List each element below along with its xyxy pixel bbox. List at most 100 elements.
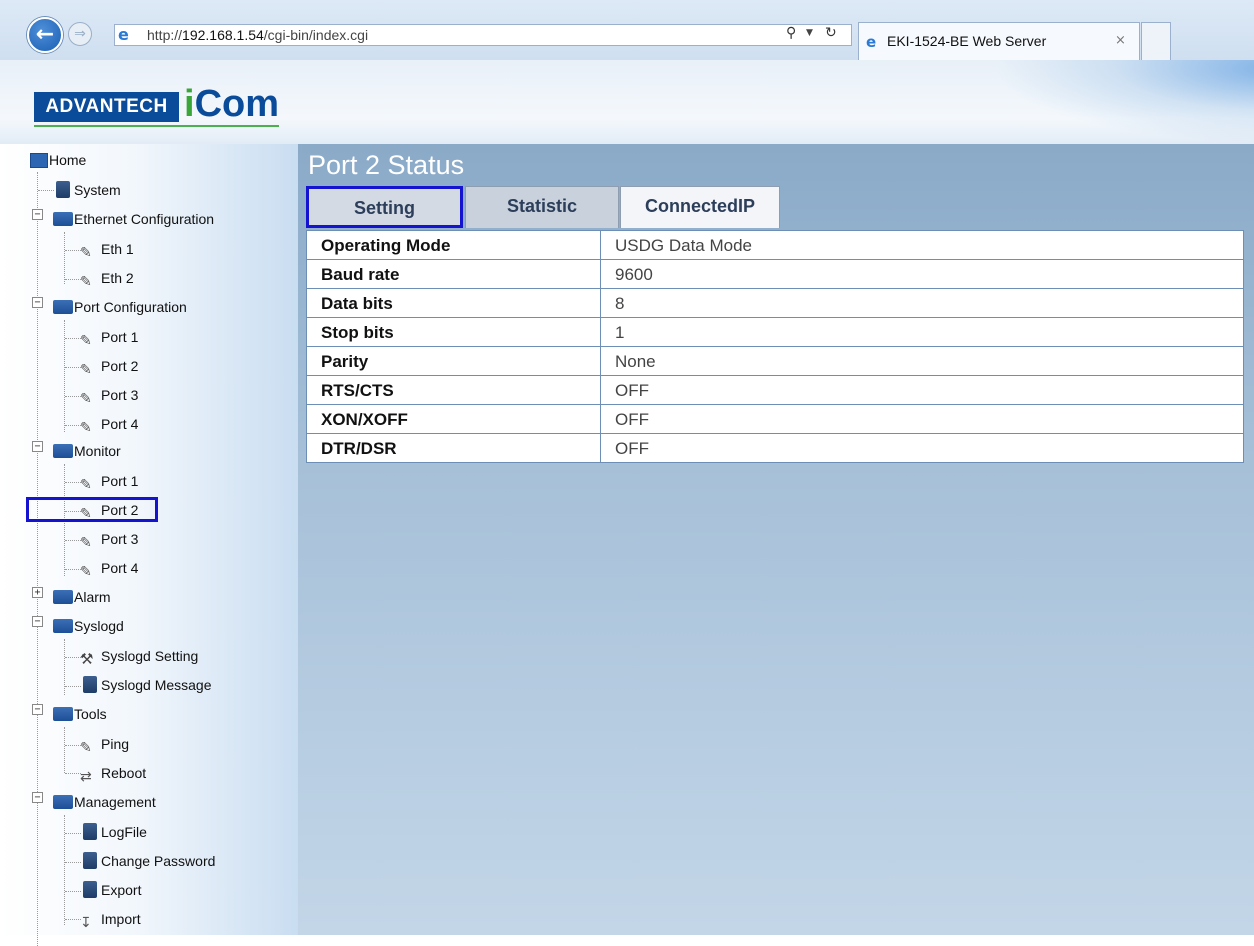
tree-connector xyxy=(65,919,81,920)
sidebar-item-ping[interactable]: ✎ Ping xyxy=(80,731,129,757)
close-icon[interactable]: × xyxy=(1115,33,1126,48)
row-label: XON/XOFF xyxy=(306,404,601,434)
table-row: RTS/CTS OFF xyxy=(306,375,1244,405)
sidebar-item-label: Port 2 xyxy=(101,358,139,374)
sidebar-item-change-password[interactable]: Change Password xyxy=(80,848,215,874)
tab-ie-logo-icon: e xyxy=(866,33,877,51)
tab-statistic[interactable]: Statistic xyxy=(465,186,619,228)
sidebar-item-eth2[interactable]: ✎ Eth 2 xyxy=(80,265,134,291)
search-icon[interactable]: ⚲ xyxy=(786,25,796,41)
sidebar-item-port-config-4[interactable]: ✎ Port 4 xyxy=(80,411,138,437)
tree-connector xyxy=(65,540,81,541)
sidebar-item-label: Alarm xyxy=(74,589,111,605)
serial-port-icon: ✎ xyxy=(80,391,92,407)
sidebar-item-monitor-port-1[interactable]: ✎ Port 1 xyxy=(80,468,138,494)
sidebar-item-port-config-1[interactable]: ✎ Port 1 xyxy=(80,324,138,350)
tab-setting[interactable]: Setting xyxy=(306,186,463,228)
folder-icon xyxy=(53,300,73,314)
sidebar-item-label: Tools xyxy=(74,706,107,722)
sidebar-item-reboot[interactable]: ⇄ Reboot xyxy=(80,760,146,786)
sidebar-item-monitor-port-3[interactable]: ✎ Port 3 xyxy=(80,526,138,552)
sidebar-item-management[interactable]: Management xyxy=(53,789,156,815)
expand-icon[interactable]: + xyxy=(32,587,43,598)
reboot-icon: ⇄ xyxy=(80,769,92,785)
folder-icon xyxy=(53,619,73,633)
sidebar-item-syslogd[interactable]: Syslogd xyxy=(53,613,124,639)
serial-port-icon: ✎ xyxy=(80,362,92,378)
main-content: Port 2 Status Setting Statistic Connecte… xyxy=(298,144,1254,935)
browser-tab-title: EKI-1524-BE Web Server xyxy=(887,33,1047,49)
sidebar-item-label: Management xyxy=(74,794,156,810)
sidebar-item-label: Port 4 xyxy=(101,416,139,432)
icom-logo: iCom xyxy=(184,84,279,124)
sidebar-item-label: Port Configuration xyxy=(74,299,187,315)
serial-port-icon: ✎ xyxy=(80,477,92,493)
sidebar-item-label: Monitor xyxy=(74,443,121,459)
sidebar-item-export[interactable]: Export xyxy=(80,877,141,903)
network-icon: ✎ xyxy=(80,740,92,756)
sidebar-item-port-configuration[interactable]: Port Configuration xyxy=(53,294,187,320)
tab-connectedip[interactable]: ConnectedIP xyxy=(620,186,780,228)
sidebar-item-port-config-3[interactable]: ✎ Port 3 xyxy=(80,382,138,408)
tree-connector xyxy=(65,773,81,774)
browser-tab[interactable]: EKI-1524-BE Web Server xyxy=(858,22,1140,60)
table-row: XON/XOFF OFF xyxy=(306,404,1244,434)
table-row: DTR/DSR OFF xyxy=(306,433,1244,463)
sidebar-item-monitor[interactable]: Monitor xyxy=(53,438,121,464)
sidebar-item-label: LogFile xyxy=(101,824,147,840)
row-label: Parity xyxy=(306,346,601,376)
row-value: USDG Data Mode xyxy=(600,230,1244,260)
tree-connector xyxy=(65,367,81,368)
row-value: 9600 xyxy=(600,259,1244,289)
row-label: Stop bits xyxy=(306,317,601,347)
tree-connector xyxy=(65,745,81,746)
back-arrow-icon[interactable]: ← xyxy=(27,17,63,53)
sidebar-item-system[interactable]: System xyxy=(53,177,121,203)
collapse-icon[interactable]: − xyxy=(32,297,43,308)
sidebar-item-eth1[interactable]: ✎ Eth 1 xyxy=(80,236,134,262)
serial-port-icon: ✎ xyxy=(80,420,92,436)
folder-icon xyxy=(53,590,73,604)
sidebar-item-label: Home xyxy=(49,152,87,168)
row-label: Operating Mode xyxy=(306,230,601,260)
tools-icon: ⚒ xyxy=(80,650,94,668)
collapse-icon[interactable]: − xyxy=(32,441,43,452)
sidebar-item-monitor-port-4[interactable]: ✎ Port 4 xyxy=(80,555,138,581)
sidebar-item-syslogd-message[interactable]: Syslogd Message xyxy=(80,672,212,698)
chevron-down-icon[interactable]: ▼ xyxy=(806,28,813,38)
serial-port-icon: ✎ xyxy=(80,564,92,580)
collapse-icon[interactable]: − xyxy=(32,616,43,627)
table-row: Parity None xyxy=(306,346,1244,376)
forward-arrow-icon[interactable]: ⇒ xyxy=(68,22,92,46)
tree-connector xyxy=(65,250,81,251)
new-tab-button[interactable] xyxy=(1141,22,1171,60)
sidebar-item-alarm[interactable]: Alarm xyxy=(53,584,111,610)
sidebar-item-home[interactable]: Home xyxy=(30,147,86,173)
address-bar[interactable]: http://192.168.1.54/cgi-bin/index.cgi xyxy=(114,24,852,46)
row-label: Baud rate xyxy=(306,259,601,289)
table-row: Data bits 8 xyxy=(306,288,1244,318)
row-label: RTS/CTS xyxy=(306,375,601,405)
sidebar-item-syslogd-setting[interactable]: ⚒ Syslogd Setting xyxy=(80,643,198,669)
tree-connector xyxy=(65,686,81,687)
sidebar-item-tools[interactable]: Tools xyxy=(53,701,107,727)
collapse-icon[interactable]: − xyxy=(32,209,43,220)
collapse-icon[interactable]: − xyxy=(32,704,43,715)
sidebar-item-ethernet-configuration[interactable]: Ethernet Configuration xyxy=(53,206,214,232)
document-icon xyxy=(83,676,97,693)
folder-icon xyxy=(53,444,73,458)
document-icon xyxy=(83,823,97,840)
port-status-table: Operating Mode USDG Data Mode Baud rate … xyxy=(306,230,1244,463)
icom-logo-com: Com xyxy=(194,83,280,125)
sidebar-item-logfile[interactable]: LogFile xyxy=(80,819,147,845)
tree-connector xyxy=(64,232,65,284)
sidebar-item-label: Port 4 xyxy=(101,560,139,576)
sidebar-item-import[interactable]: ↧ Import xyxy=(80,906,141,932)
sidebar-item-port-config-2[interactable]: ✎ Port 2 xyxy=(80,353,138,379)
refresh-icon[interactable]: ↻ xyxy=(825,25,837,41)
sidebar-item-label: Export xyxy=(101,882,142,898)
collapse-icon[interactable]: − xyxy=(32,792,43,803)
sidebar-item-label: Syslogd Setting xyxy=(101,648,199,664)
tree-connector xyxy=(65,279,81,280)
page-title: Port 2 Status xyxy=(308,150,465,180)
